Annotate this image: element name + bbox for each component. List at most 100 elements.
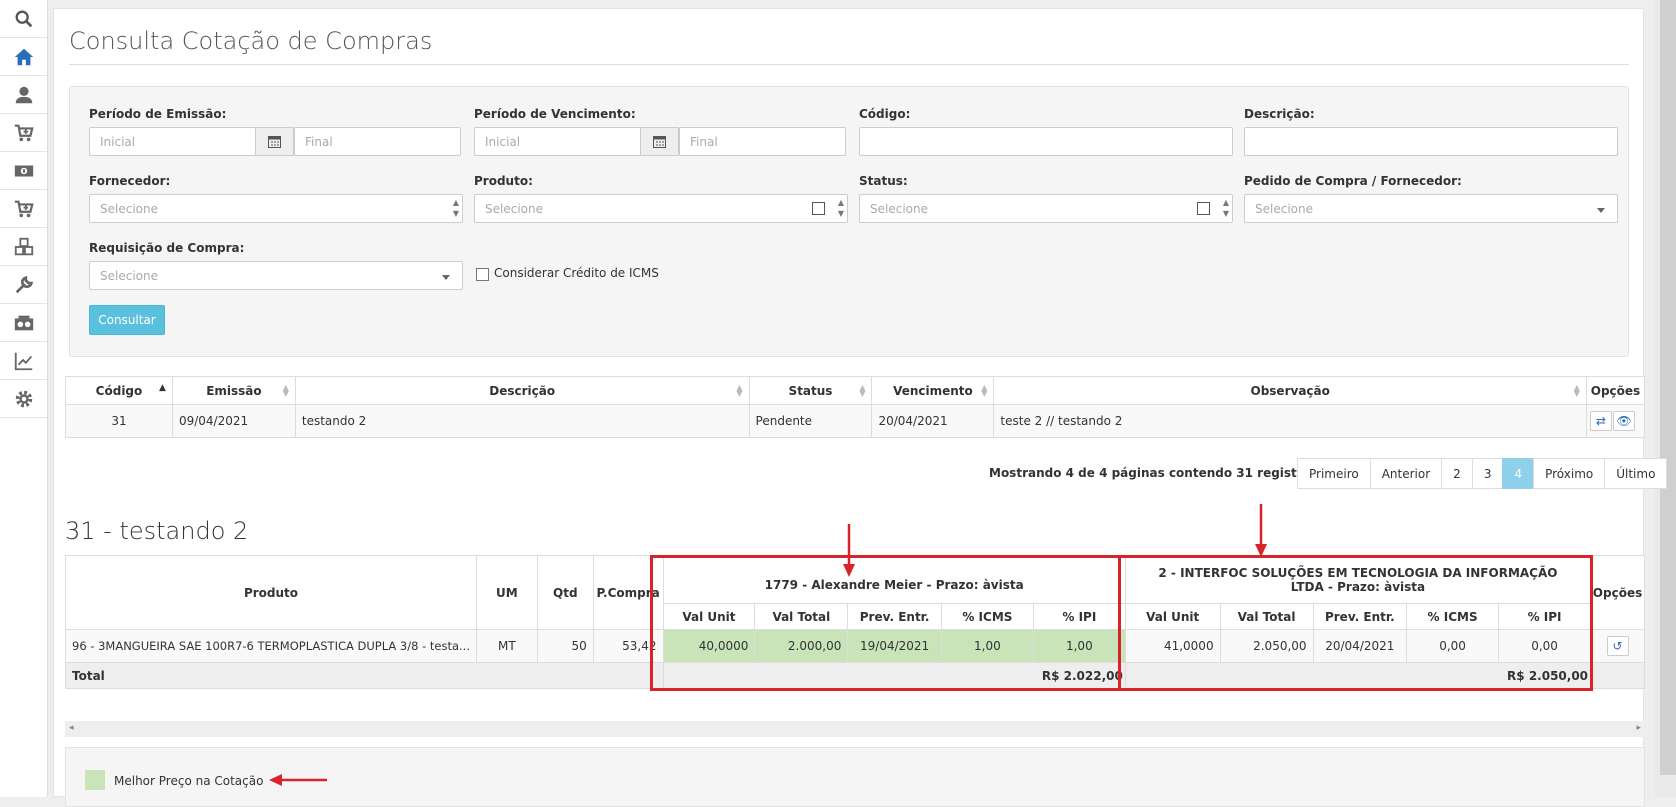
status-select[interactable]: Selecione ▲ ▼: [859, 194, 1233, 223]
spinner-icon[interactable]: ▲ ▼: [453, 197, 459, 219]
col-prev-entr: Prev. Entr.: [1312, 603, 1408, 630]
spinner-icon[interactable]: ▲ ▼: [838, 197, 844, 219]
registers-icon[interactable]: [0, 304, 47, 342]
col-vencimento[interactable]: Vencimento ▲ ▼: [871, 376, 995, 405]
select-all-checkbox[interactable]: [1197, 202, 1210, 215]
col-opcoes: Opções: [1590, 555, 1645, 630]
cell-s2-val-unit: 41,0000: [1124, 629, 1221, 663]
vencimento-final-input[interactable]: Final: [679, 127, 846, 156]
col-ipi: % IPI: [1498, 603, 1592, 630]
requisicao-select[interactable]: Selecione: [89, 261, 463, 290]
codigo-input[interactable]: [859, 127, 1233, 156]
calendar-icon[interactable]: [255, 127, 294, 156]
pagination-info: Mostrando 4 de 4 páginas contendo 31 reg…: [989, 466, 1323, 480]
produto-label: Produto:: [474, 174, 533, 188]
cell-s1-ipi: 1,00: [1032, 629, 1126, 663]
vencimento-inicial-input[interactable]: Inicial: [474, 127, 641, 156]
wrench-icon[interactable]: [0, 266, 47, 304]
pedido-select[interactable]: Selecione: [1244, 194, 1618, 223]
col-opcoes: Opções: [1585, 376, 1646, 405]
chart-icon[interactable]: [0, 342, 47, 380]
sort-icon: ▲ ▼: [981, 383, 988, 398]
cell-descricao: testando 2: [294, 404, 750, 438]
boxes-icon[interactable]: [0, 228, 47, 266]
emissao-final-input[interactable]: Final: [294, 127, 461, 156]
cart-plus-icon[interactable]: [0, 190, 47, 228]
search-icon[interactable]: [0, 0, 47, 38]
arrow-annotation: [269, 774, 327, 786]
legend-label: Melhor Preço na Cotação: [114, 774, 264, 788]
cell-produto: 96 - 3MANGUEIRA SAE 100R7-6 TERMOPLASTIC…: [65, 629, 477, 663]
page-next[interactable]: Próximo: [1533, 458, 1606, 489]
col-descricao[interactable]: Descrição ▲ ▼: [294, 376, 750, 405]
total-opcoes-cell: [1590, 662, 1645, 689]
col-qtd: Qtd: [536, 555, 594, 630]
col-val-total: Val Total: [1219, 603, 1314, 630]
s2-total: R$ 2.050,00: [1124, 662, 1592, 689]
scroll-left-icon[interactable]: ◂: [69, 723, 74, 733]
col-um: UM: [475, 555, 538, 630]
cell-opcoes: ↺: [1590, 629, 1645, 663]
divider: [69, 64, 1629, 65]
home-icon[interactable]: [0, 38, 47, 76]
produto-placeholder: Selecione: [485, 202, 543, 216]
page-first[interactable]: Primeiro: [1297, 458, 1371, 489]
descricao-input[interactable]: [1244, 127, 1618, 156]
swap-icon[interactable]: ⇄: [1589, 411, 1612, 431]
col-val-total: Val Total: [754, 603, 849, 630]
legend-swatch: [85, 770, 105, 790]
horizontal-scrollbar[interactable]: ◂ ▸: [65, 721, 1645, 737]
status-label: Status:: [859, 174, 908, 188]
calendar-icon[interactable]: [640, 127, 679, 156]
pedido-label: Pedido de Compra / Fornecedor:: [1244, 174, 1462, 188]
sort-icon: ▲ ▼: [1573, 383, 1580, 398]
sort-icon: ▲ ▼: [282, 383, 289, 398]
gear-icon[interactable]: [0, 380, 47, 418]
page-prev[interactable]: Anterior: [1369, 458, 1443, 489]
cart-icon[interactable]: [0, 114, 47, 152]
icms-checkbox[interactable]: [476, 268, 489, 281]
history-icon[interactable]: ↺: [1606, 636, 1629, 656]
requisicao-label: Requisição de Compra:: [89, 241, 245, 255]
cell-emissao: 09/04/2021: [171, 404, 296, 438]
page-3[interactable]: 3: [1471, 458, 1504, 489]
cell-s1-val-total: 2.000,00: [754, 629, 849, 663]
produto-select[interactable]: Selecione ▲ ▼: [474, 194, 848, 223]
cell-s2-val-total: 2.050,00: [1219, 629, 1314, 663]
fornecedor-select[interactable]: Selecione ▲ ▼: [89, 194, 463, 223]
total-label: Total: [65, 662, 664, 689]
cell-s2-icms: 0,00: [1406, 629, 1500, 663]
page-last[interactable]: Último: [1604, 458, 1668, 489]
legend-panel: Melhor Preço na Cotação: [65, 747, 1645, 807]
select-all-checkbox[interactable]: [812, 202, 825, 215]
page-4-active[interactable]: 4: [1502, 458, 1535, 489]
cell-s2-prev-entr: 20/04/2021: [1312, 629, 1408, 663]
spinner-icon[interactable]: ▲ ▼: [1223, 197, 1229, 219]
scroll-right-icon[interactable]: ▸: [1636, 723, 1641, 733]
col-observacao[interactable]: Observação ▲ ▼: [993, 376, 1587, 405]
money-icon[interactable]: [0, 152, 47, 190]
cell-qtd: 50: [536, 629, 594, 663]
col-prev-entr: Prev. Entr.: [847, 603, 942, 630]
table-row[interactable]: 31 09/04/2021 testando 2 Pendente 20/04/…: [65, 404, 1646, 438]
supplier-1-header: 1779 - Alexandre Meier - Prazo: àvista: [662, 555, 1126, 604]
eye-icon[interactable]: 👁: [1612, 411, 1635, 431]
emissao-inicial-input[interactable]: Inicial: [89, 127, 256, 156]
vencimento-label: Período de Vencimento:: [474, 107, 636, 121]
user-icon[interactable]: [0, 76, 47, 114]
col-status[interactable]: Status ▲ ▼: [748, 376, 873, 405]
scrollbar-thumb[interactable]: [1660, 0, 1676, 775]
sort-asc-icon: ▲: [159, 383, 166, 393]
cell-um: MT: [475, 629, 538, 663]
total-row: Total R$ 2.022,00 R$ 2.050,00: [65, 662, 1645, 689]
col-produto: Produto: [65, 555, 477, 630]
quotation-table: Produto UM Qtd P.Compra 1779 - Alexandre…: [65, 555, 1645, 689]
page-2[interactable]: 2: [1441, 458, 1473, 489]
status-placeholder: Selecione: [870, 202, 928, 216]
col-codigo[interactable]: Código ▲: [65, 376, 173, 405]
col-emissao[interactable]: Emissão ▲ ▼: [171, 376, 296, 405]
consultar-button[interactable]: Consultar: [89, 305, 165, 335]
col-pcompra: P.Compra: [592, 555, 664, 630]
col-icms: % ICMS: [940, 603, 1034, 630]
supplier-2-header: 2 - INTERFOC SOLUÇÕES EM TECNOLOGIA DA I…: [1124, 555, 1592, 604]
